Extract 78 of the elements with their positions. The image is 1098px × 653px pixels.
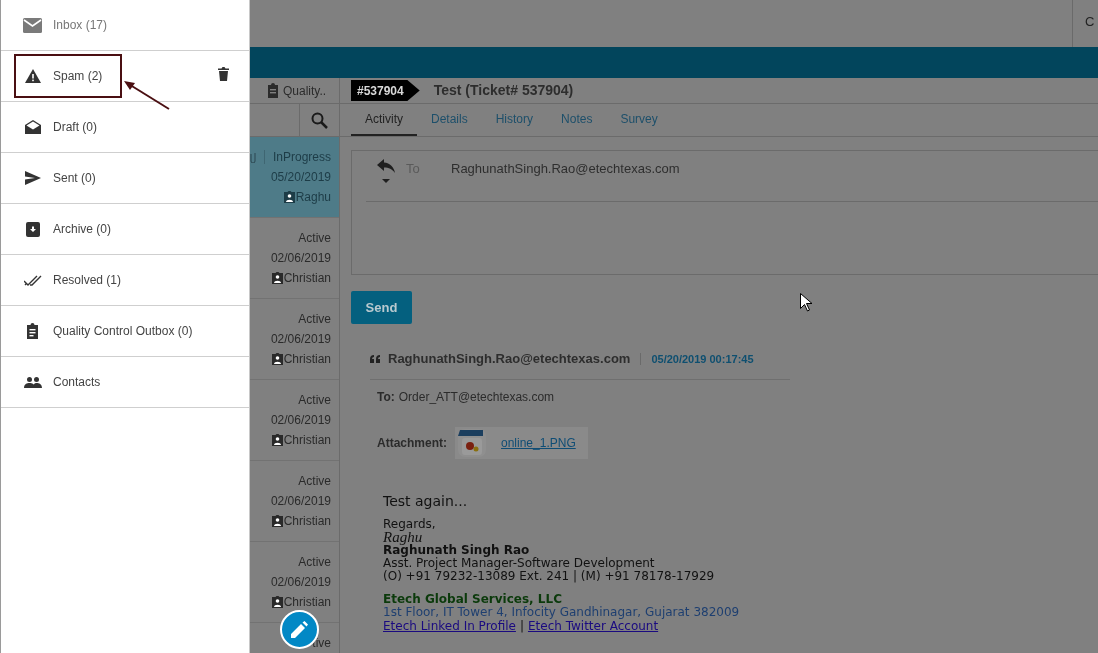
ticket-date: 02/06/2019: [270, 331, 331, 348]
signature-text: (O) +91 79232-13089 Ext. 241 | (M) +91 78178-17929: [383, 569, 716, 583]
badge-icon: [271, 272, 283, 284]
ticket-status: Active: [298, 230, 331, 247]
message-date: 05/20/2019 00:17:45: [651, 351, 754, 367]
ticket-status: Active: [298, 311, 331, 328]
menu-item[interactable]: Quality Control Outbox (0): [53, 322, 193, 340]
search-icon: [311, 111, 328, 129]
ticket-agent: Christian: [283, 594, 331, 611]
to-field[interactable]: RaghunathSingh.Rao@etechtexas.com: [451, 156, 680, 179]
sender-address: RaghunathSingh.Rao@etechtexas.com: [388, 350, 631, 368]
reply-icon[interactable]: [377, 159, 395, 173]
menu-item[interactable]: Sent (0): [53, 169, 96, 187]
menu-item[interactable]: Contacts: [53, 373, 101, 391]
envelope-icon: [23, 17, 42, 33]
signature-text: Regards,: [383, 517, 437, 531]
ticket-number-tag: #537904: [351, 80, 420, 101]
ticket-agent: Christian: [283, 432, 331, 449]
badge-icon: [271, 596, 283, 608]
double-check-icon: [23, 274, 42, 286]
recipient-address: Order_ATT@etechtexas.com: [398, 388, 555, 406]
menu-item[interactable]: Resolved (1): [53, 271, 122, 289]
ticket-date: 02/06/2019: [270, 493, 331, 510]
cursor-icon: [800, 293, 812, 312]
ticket-date: 02/06/2019: [270, 412, 331, 429]
pencil-icon: [291, 621, 308, 638]
ticket-date: 05/20/2019: [270, 169, 331, 186]
tab[interactable]: History: [481, 104, 548, 136]
badge-icon: [271, 515, 283, 527]
highlighted-menu-item[interactable]: Spam (2): [14, 54, 123, 98]
ticket-status: Active: [298, 473, 331, 490]
link-separator: |: [519, 618, 524, 633]
badge-icon: [283, 191, 295, 203]
send-button[interactable]: Send: [351, 291, 412, 324]
warning-icon: [24, 69, 41, 83]
ticket-agent: Christian: [283, 513, 331, 530]
badge-icon: [271, 434, 283, 446]
tab[interactable]: Survey: [606, 104, 672, 136]
tab[interactable]: Activity: [351, 104, 417, 136]
badge-icon: [271, 353, 283, 365]
greeting-text: Test again...: [383, 491, 469, 510]
menu-item[interactable]: Inbox (17): [53, 16, 108, 34]
signature-name: Raghu: [383, 530, 423, 543]
menu-item[interactable]: Spam (2): [53, 67, 103, 85]
menu-item[interactable]: Archive (0): [53, 220, 111, 238]
ticket-agent: Raghu: [295, 189, 331, 206]
open-envelope-icon: [24, 120, 41, 134]
annotation-arrow: [124, 81, 170, 110]
menu-item[interactable]: Draft (0): [53, 118, 97, 136]
signature-text: Asst. Project Manager-Software Development: [383, 556, 656, 570]
trash-icon[interactable]: [218, 67, 229, 81]
ticket-title: Test (Ticket# 537904): [433, 81, 574, 100]
quote-icon: [370, 354, 381, 363]
ticket-row[interactable]: InProgress 05/20/2019 Raghu: [250, 137, 339, 218]
company-name: Etech Global Services, LLC: [383, 592, 563, 606]
to-label: To:: [377, 388, 395, 406]
archive-box-icon: [25, 221, 40, 237]
queue-tab[interactable]: Quality..: [283, 81, 327, 100]
ticket-status: InProgress: [272, 149, 331, 166]
ticket-status: Active: [298, 554, 331, 571]
company-address: 1st Floor, IT Tower 4, Infocity Gandhinagar, Gujarat 382009: [383, 605, 741, 619]
caret-icon[interactable]: [382, 179, 390, 183]
tab[interactable]: Notes: [547, 104, 607, 136]
attachment-link[interactable]: online_1.PNG: [501, 433, 576, 452]
profile-link[interactable]: Etech Twitter Account: [527, 618, 659, 633]
send-icon: [24, 171, 41, 185]
tab[interactable]: Details: [417, 104, 482, 136]
ticket-status: Active: [298, 392, 331, 409]
clipboard-icon: [267, 83, 279, 98]
ticket-date: 02/06/2019: [270, 250, 331, 267]
profile-link[interactable]: Etech Linked In Profile: [383, 618, 516, 633]
people-icon: [23, 376, 42, 388]
clipboard-icon: [26, 323, 39, 339]
header-text: C: [1085, 15, 1096, 28]
ticket-agent: Christian: [283, 351, 331, 368]
ticket-agent: Christian: [283, 270, 331, 287]
attachment-label: Attachment:: [377, 434, 447, 452]
ticket-date: 02/06/2019: [270, 574, 331, 591]
